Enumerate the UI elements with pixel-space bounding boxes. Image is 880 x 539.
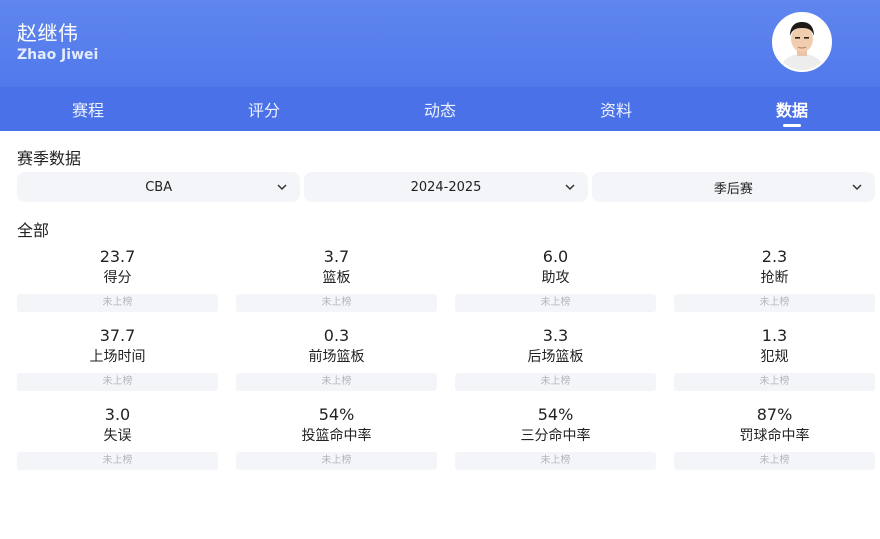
chevron-down-icon [565, 184, 575, 191]
stat-label: 上场时间 [89, 349, 146, 365]
stat-label: 后场篮板 [527, 349, 584, 365]
rank-badge: 未上榜 [17, 294, 218, 312]
league-value: CBA [145, 179, 173, 195]
stat-value: 1.3 [761, 326, 788, 345]
rank-badge: 未上榜 [455, 452, 656, 470]
stat-fg-pct: 54% 投篮命中率 未上榜 [236, 405, 437, 484]
active-tab-indicator [783, 124, 801, 127]
player-photo [774, 14, 830, 70]
stat-points: 23.7 得分 未上榜 [17, 247, 218, 326]
stat-value: 3.7 [323, 247, 350, 266]
rank-badge: 未上榜 [17, 452, 218, 470]
rank-badge: 未上榜 [455, 294, 656, 312]
stat-label: 前场篮板 [308, 349, 365, 365]
tab-bar: 赛程 评分 动态 资料 数据 [0, 87, 880, 131]
stat-ft-pct: 87% 罚球命中率 未上榜 [674, 405, 875, 484]
chevron-down-icon [277, 184, 287, 191]
player-name-english: Zhao Jiwei [17, 47, 99, 63]
stat-label: 助攻 [541, 270, 570, 286]
season-value: 2024-2025 [410, 179, 482, 195]
stat-label: 投篮命中率 [301, 428, 372, 444]
tab-stats[interactable]: 数据 [704, 87, 880, 131]
tab-profile[interactable]: 资料 [528, 87, 704, 131]
stat-offensive-rebounds: 0.3 前场篮板 未上榜 [236, 326, 437, 405]
avatar [772, 12, 832, 72]
stat-label: 篮板 [322, 270, 351, 286]
stats-grid: 23.7 得分 未上榜 3.7 篮板 未上榜 6.0 助攻 未上榜 2.3 抢断… [17, 247, 875, 484]
stats-row: 3.0 失误 未上榜 54% 投篮命中率 未上榜 54% 三分命中率 未上榜 8… [17, 405, 875, 484]
rank-badge: 未上榜 [674, 452, 875, 470]
rank-badge: 未上榜 [17, 373, 218, 391]
stat-turnovers: 3.0 失误 未上榜 [17, 405, 218, 484]
rank-badge: 未上榜 [455, 373, 656, 391]
stat-label: 罚球命中率 [739, 428, 810, 444]
tab-news[interactable]: 动态 [352, 87, 528, 131]
stat-value: 23.7 [99, 247, 136, 266]
chevron-down-icon [852, 184, 862, 191]
league-dropdown[interactable]: CBA [17, 172, 301, 202]
stats-row: 37.7 上场时间 未上榜 0.3 前场篮板 未上榜 3.3 后场篮板 未上榜 … [17, 326, 875, 405]
stat-3p-pct: 54% 三分命中率 未上榜 [455, 405, 656, 484]
tab-rating[interactable]: 评分 [176, 87, 352, 131]
all-stats-title: 全部 [17, 221, 50, 240]
tab-schedule[interactable]: 赛程 [0, 87, 176, 131]
stat-value: 3.0 [104, 405, 131, 424]
stage-value: 季后赛 [713, 181, 753, 197]
filter-bar: CBA 2024-2025 季后赛 [17, 172, 875, 202]
stat-fouls: 1.3 犯规 未上榜 [674, 326, 875, 405]
stat-value: 2.3 [761, 247, 788, 266]
rank-badge: 未上榜 [236, 452, 437, 470]
stat-defensive-rebounds: 3.3 后场篮板 未上榜 [455, 326, 656, 405]
stat-value: 54% [318, 405, 355, 424]
stat-label: 犯规 [760, 349, 789, 365]
stat-steals: 2.3 抢断 未上榜 [674, 247, 875, 326]
rank-badge: 未上榜 [236, 294, 437, 312]
stat-assists: 6.0 助攻 未上榜 [455, 247, 656, 326]
stat-label: 得分 [103, 270, 132, 286]
stat-value: 87% [756, 405, 793, 424]
player-name: 赵继伟 [17, 21, 79, 45]
stat-label: 失误 [103, 428, 132, 444]
season-dropdown[interactable]: 2024-2025 [304, 172, 588, 202]
rank-badge: 未上榜 [674, 373, 875, 391]
stat-value: 37.7 [99, 326, 136, 345]
stat-value: 0.3 [323, 326, 350, 345]
stats-row: 23.7 得分 未上榜 3.7 篮板 未上榜 6.0 助攻 未上榜 2.3 抢断… [17, 247, 875, 326]
stat-value: 3.3 [542, 326, 569, 345]
stat-minutes: 37.7 上场时间 未上榜 [17, 326, 218, 405]
rank-badge: 未上榜 [674, 294, 875, 312]
rank-badge: 未上榜 [236, 373, 437, 391]
stage-dropdown[interactable]: 季后赛 [591, 172, 875, 202]
stat-value: 54% [537, 405, 574, 424]
player-header: 赵继伟 Zhao Jiwei 赛程 评分 动态 资料 数据 [0, 0, 880, 131]
stat-rebounds: 3.7 篮板 未上榜 [236, 247, 437, 326]
stat-value: 6.0 [542, 247, 569, 266]
stat-label: 三分命中率 [520, 428, 591, 444]
stat-label: 抢断 [760, 270, 789, 286]
season-stats-title: 赛季数据 [17, 149, 82, 168]
